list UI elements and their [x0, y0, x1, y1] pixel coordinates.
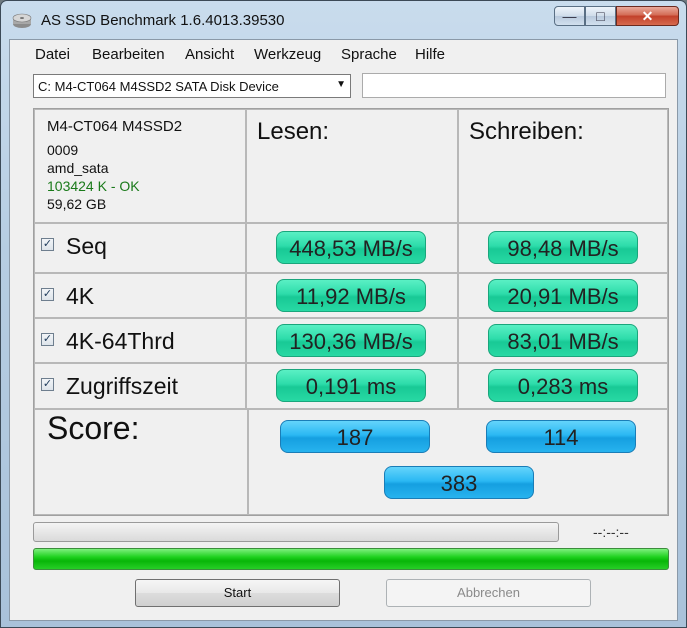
maximize-icon: □	[596, 8, 605, 24]
window-title: AS SSD Benchmark 1.6.4013.39530	[41, 12, 285, 29]
4k-checkbox[interactable]: ✓	[41, 288, 54, 301]
test-label: 4K	[66, 283, 95, 309]
disk-icon	[12, 13, 32, 28]
menu-bar: Datei Bearbeiten Ansicht Werkzeug Sprach…	[10, 40, 677, 68]
zugriffszeit-read-value: 0,191 ms	[276, 369, 426, 402]
menu-sprache[interactable]: Sprache	[341, 46, 397, 63]
score-read: 187	[280, 420, 430, 453]
seq-write-cell: 98,48 MB/s	[458, 223, 668, 273]
seq-checkbox[interactable]: ✓	[41, 238, 54, 251]
zugriffszeit-write-value: 0,283 ms	[488, 369, 638, 402]
test-row-4k: ✓ 4K	[34, 273, 246, 318]
score-total: 383	[384, 466, 534, 499]
score-label-cell: Score:	[34, 409, 248, 515]
test-label: 4K-64Thrd	[66, 328, 175, 354]
seq-read-cell: 448,53 MB/s	[246, 223, 458, 273]
maximize-button[interactable]: □	[585, 6, 616, 26]
drive-model: M4-CT064 M4SSD2	[47, 118, 183, 135]
zugriffszeit-read-cell: 0,191 ms	[246, 363, 458, 409]
start-button[interactable]: Start	[135, 579, 340, 607]
4k-64thrd-read-value: 130,36 MB/s	[276, 324, 426, 357]
drive-alignment: 103424 K - OK	[47, 178, 140, 194]
write-column-header: Schreiben:	[458, 109, 668, 223]
seq-write-value: 98,48 MB/s	[488, 231, 638, 264]
overall-progress-bar	[33, 548, 669, 570]
test-row-seq: ✓ Seq	[34, 223, 246, 273]
4k-write-cell: 20,91 MB/s	[458, 273, 668, 318]
test-progress-bar	[33, 522, 559, 542]
drive-firmware: 0009	[47, 142, 79, 158]
test-row-zugriffszeit: ✓ Zugriffszeit	[34, 363, 246, 409]
4k-read-cell: 11,92 MB/s	[246, 273, 458, 318]
score-panel: 187 114 383	[248, 409, 668, 515]
abort-button[interactable]: Abbrechen	[386, 579, 591, 607]
seq-read-value: 448,53 MB/s	[276, 231, 426, 264]
close-icon: ✕	[641, 8, 654, 24]
minimize-icon: —	[562, 8, 577, 24]
close-button[interactable]: ✕	[616, 6, 679, 26]
read-heading: Lesen:	[257, 118, 330, 145]
4k-64thrd-write-cell: 83,01 MB/s	[458, 318, 668, 363]
status-field	[362, 73, 666, 98]
4k-write-value: 20,91 MB/s	[488, 279, 638, 312]
4k-64thrd-write-value: 83,01 MB/s	[488, 324, 638, 357]
menu-werkzeug[interactable]: Werkzeug	[254, 46, 321, 63]
title-bar: AS SSD Benchmark 1.6.4013.39530 — □ ✕	[1, 1, 686, 39]
test-row-4k-64thrd: ✓ 4K-64Thrd	[34, 318, 246, 363]
read-column-header: Lesen:	[246, 109, 458, 223]
test-label: Zugriffszeit	[66, 373, 179, 399]
app-window: AS SSD Benchmark 1.6.4013.39530 — □ ✕ Da…	[0, 0, 687, 628]
drive-driver: amd_sata	[47, 160, 109, 176]
score-write: 114	[486, 420, 636, 453]
test-label: Seq	[66, 233, 107, 259]
menu-hilfe[interactable]: Hilfe	[415, 46, 445, 63]
menu-bearbeiten[interactable]: Bearbeiten	[92, 46, 165, 63]
zugriffszeit-write-cell: 0,283 ms	[458, 363, 668, 409]
drive-size: 59,62 GB	[47, 196, 107, 212]
results-grid: M4-CT064 M4SSD2 0009 amd_sata 103424 K -…	[33, 108, 669, 516]
write-heading: Schreiben:	[469, 118, 584, 145]
drive-select-value: C: M4-CT064 M4SSD2 SATA Disk Device	[38, 79, 279, 94]
4k-64thrd-checkbox[interactable]: ✓	[41, 333, 54, 346]
drive-info-panel: M4-CT064 M4SSD2 0009 amd_sata 103424 K -…	[34, 109, 246, 223]
drive-select[interactable]: C: M4-CT064 M4SSD2 SATA Disk Device ▼	[33, 74, 351, 98]
minimize-button[interactable]: —	[554, 6, 585, 26]
dropdown-arrow-icon: ▼	[336, 79, 346, 90]
score-label: Score:	[47, 410, 140, 446]
menu-datei[interactable]: Datei	[35, 46, 70, 63]
elapsed-time: --:--:--	[593, 524, 629, 540]
zugriffszeit-checkbox[interactable]: ✓	[41, 378, 54, 391]
client-area: Datei Bearbeiten Ansicht Werkzeug Sprach…	[9, 39, 678, 621]
menu-ansicht[interactable]: Ansicht	[185, 46, 234, 63]
4k-64thrd-read-cell: 130,36 MB/s	[246, 318, 458, 363]
4k-read-value: 11,92 MB/s	[276, 279, 426, 312]
